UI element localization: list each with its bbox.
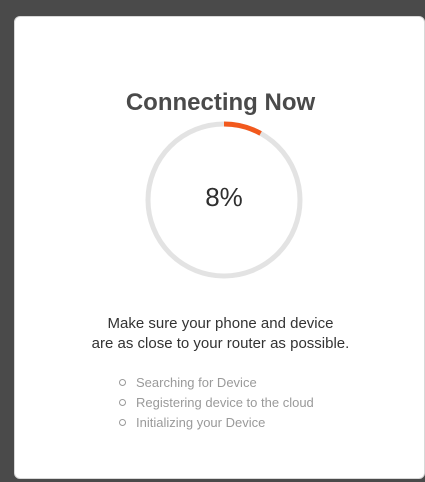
progress-percent-label: 8% — [205, 182, 243, 212]
step-label: Initializing your Device — [136, 414, 266, 430]
message-line-2: are as close to your router as possible. — [91, 335, 350, 352]
connection-steps-list: Searching for Device Registering device … — [119, 372, 314, 432]
step-label: Searching for Device — [136, 374, 257, 390]
step-searching: Searching for Device — [119, 372, 314, 392]
app-screen: Connecting Now 8% Make sure your phone a… — [0, 0, 425, 482]
step-initializing: Initializing your Device — [119, 412, 314, 432]
step-bullet-icon — [119, 418, 126, 426]
connecting-dialog: Connecting Now 8% Make sure your phone a… — [14, 16, 425, 479]
message-line-1: Make sure your phone and device — [107, 315, 334, 332]
step-registering: Registering device to the cloud — [119, 392, 314, 412]
dialog-title: Connecting Now — [125, 89, 316, 116]
proximity-message: Make sure your phone and device are as c… — [15, 314, 425, 354]
step-bullet-icon — [119, 378, 126, 386]
step-bullet-icon — [119, 398, 126, 406]
step-label: Registering device to the cloud — [136, 394, 314, 410]
